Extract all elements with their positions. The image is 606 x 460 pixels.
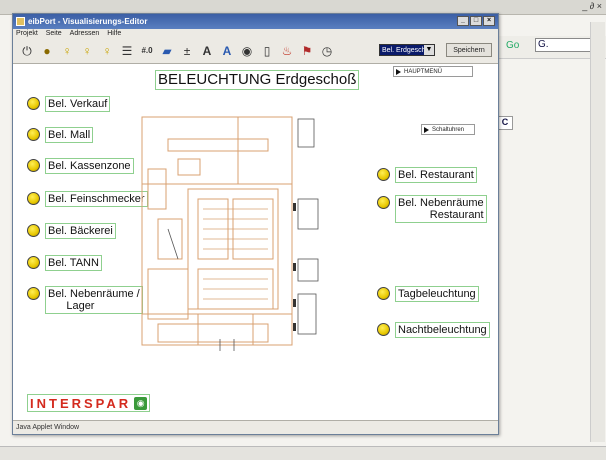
bulb-icon [27, 159, 40, 172]
floor-plan [141, 116, 319, 351]
editor-toolbar: ⏻ ● ♀ ♀ ♀ ☰ #.0 ▰ ± A A ◉ ▯ ♨ ⚑ ◷ Bel. E… [13, 39, 498, 64]
light-label: Bel. Restaurant [395, 167, 477, 183]
menu-projekt[interactable]: Projekt [16, 30, 38, 37]
bulb-switch-icon[interactable]: ♀ [79, 43, 95, 59]
menu-adressen[interactable]: Adressen [70, 30, 100, 37]
light-label: Bel. Nebenräume Restaurant [395, 195, 487, 223]
app-icon [16, 17, 25, 27]
logo-text: INTERSPAR [30, 395, 132, 411]
main-menu-button[interactable]: HAUPTMENÜ [393, 66, 473, 77]
bulb-icon [27, 256, 40, 269]
light-label: Bel. Bäckerei [45, 223, 116, 239]
light-button-baeckerei[interactable]: Bel. Bäckerei [27, 223, 116, 239]
chevron-down-icon[interactable]: ▼ [424, 45, 434, 55]
light-label: Tagbeleuchtung [395, 286, 479, 302]
plus-minus-icon[interactable]: ± [179, 43, 195, 59]
display-icon[interactable]: ▰ [159, 43, 175, 59]
arrow-right-icon [424, 127, 429, 133]
light-button-mall[interactable]: Bel. Mall [27, 127, 94, 143]
bulb-dark-icon[interactable]: ● [39, 43, 55, 59]
visualisation-canvas: BELEUCHTUNG Erdgeschoß HAUPTMENÜ Schaltu… [13, 64, 498, 420]
light-button-tann[interactable]: Bel. TANN [27, 255, 102, 271]
text-a-icon[interactable]: A [199, 43, 215, 59]
save-button[interactable]: Speichern [446, 43, 492, 57]
power-icon[interactable]: ⏻ [19, 43, 35, 59]
light-label: Bel. Mall [45, 127, 94, 143]
arrow-right-icon [396, 69, 401, 75]
menu-hilfe[interactable]: Hilfe [107, 30, 121, 37]
bulb-icon [377, 168, 390, 181]
bulb-dim-icon[interactable]: ♀ [99, 43, 115, 59]
menu-seite[interactable]: Seite [46, 30, 62, 37]
bulb-icon [377, 323, 390, 336]
interspar-logo: INTERSPAR ◉ [27, 394, 151, 412]
browser-scrollbar[interactable] [590, 22, 605, 442]
light-label: Bel. Nebenräume / Lager [45, 286, 143, 314]
light-label: Bel. Kassenzone [45, 158, 134, 174]
eye-icon[interactable]: ◉ [239, 43, 255, 59]
light-button-tagbeleuchtung[interactable]: Tagbeleuchtung [377, 286, 479, 302]
list-icon[interactable]: ☰ [119, 43, 135, 59]
page-icon[interactable]: ▯ [259, 43, 275, 59]
minimize-button[interactable]: _ [457, 16, 469, 26]
light-button-verkauf[interactable]: Bel. Verkauf [27, 96, 111, 112]
bulb-icon [377, 196, 390, 209]
bulb-icon [27, 224, 40, 237]
light-button-nebenraeume-lager[interactable]: Bel. Nebenräume / Lager [27, 286, 143, 314]
clock-icon[interactable]: ◷ [319, 43, 335, 59]
menubar: Projekt Seite Adressen Hilfe [13, 29, 498, 39]
light-label: Bel. Verkauf [45, 96, 111, 112]
value-icon[interactable]: #.0 [139, 43, 155, 59]
thermo-icon[interactable]: ♨ [279, 43, 295, 59]
window-title: eibPort - Visualisierungs-Editor [28, 17, 148, 26]
timers-label: Schaltuhren [432, 127, 465, 133]
light-label: Bel. TANN [45, 255, 102, 271]
light-button-kassenzone[interactable]: Bel. Kassenzone [27, 158, 134, 174]
applet-status-bar: Java Applet Window [13, 420, 498, 434]
light-button-nebenraeume-restaurant[interactable]: Bel. Nebenräume Restaurant [377, 195, 487, 223]
light-button-feinschmecker[interactable]: Bel. Feinschmecker [27, 191, 148, 207]
browser-window-controls[interactable]: _ ∂ × [582, 1, 602, 11]
bulb-icon[interactable]: ♀ [59, 43, 75, 59]
close-button[interactable]: × [483, 16, 495, 26]
flag-icon[interactable]: ⚑ [299, 43, 315, 59]
browser-statusbar [0, 446, 606, 460]
bulb-icon [27, 287, 40, 300]
bulb-icon [27, 97, 40, 110]
light-button-nachtbeleuchtung[interactable]: Nachtbeleuchtung [377, 322, 490, 338]
background-side-button[interactable]: C [497, 116, 513, 130]
bulb-icon [27, 192, 40, 205]
browser-go-button[interactable]: Go [506, 40, 519, 51]
light-label: Nachtbeleuchtung [395, 322, 490, 338]
main-menu-label: HAUPTMENÜ [404, 69, 443, 75]
page-title: BELEUCHTUNG Erdgeschoß [155, 70, 360, 90]
light-label: Bel. Feinschmecker [45, 191, 148, 207]
bulb-icon [27, 128, 40, 141]
bulb-icon [377, 287, 390, 300]
floor-select-value: Bel. Erdgesch [382, 47, 426, 54]
light-button-restaurant[interactable]: Bel. Restaurant [377, 167, 477, 183]
logo-mark-icon: ◉ [134, 396, 148, 410]
timers-button[interactable]: Schaltuhren [421, 124, 475, 135]
text-a-up-icon[interactable]: A [219, 43, 235, 59]
floor-select[interactable]: Bel. Erdgesch ▼ [379, 44, 435, 56]
applet-titlebar: eibPort - Visualisierungs-Editor _ □ × [13, 14, 498, 29]
applet-window: eibPort - Visualisierungs-Editor _ □ × P… [12, 13, 499, 435]
maximize-button[interactable]: □ [470, 16, 482, 26]
